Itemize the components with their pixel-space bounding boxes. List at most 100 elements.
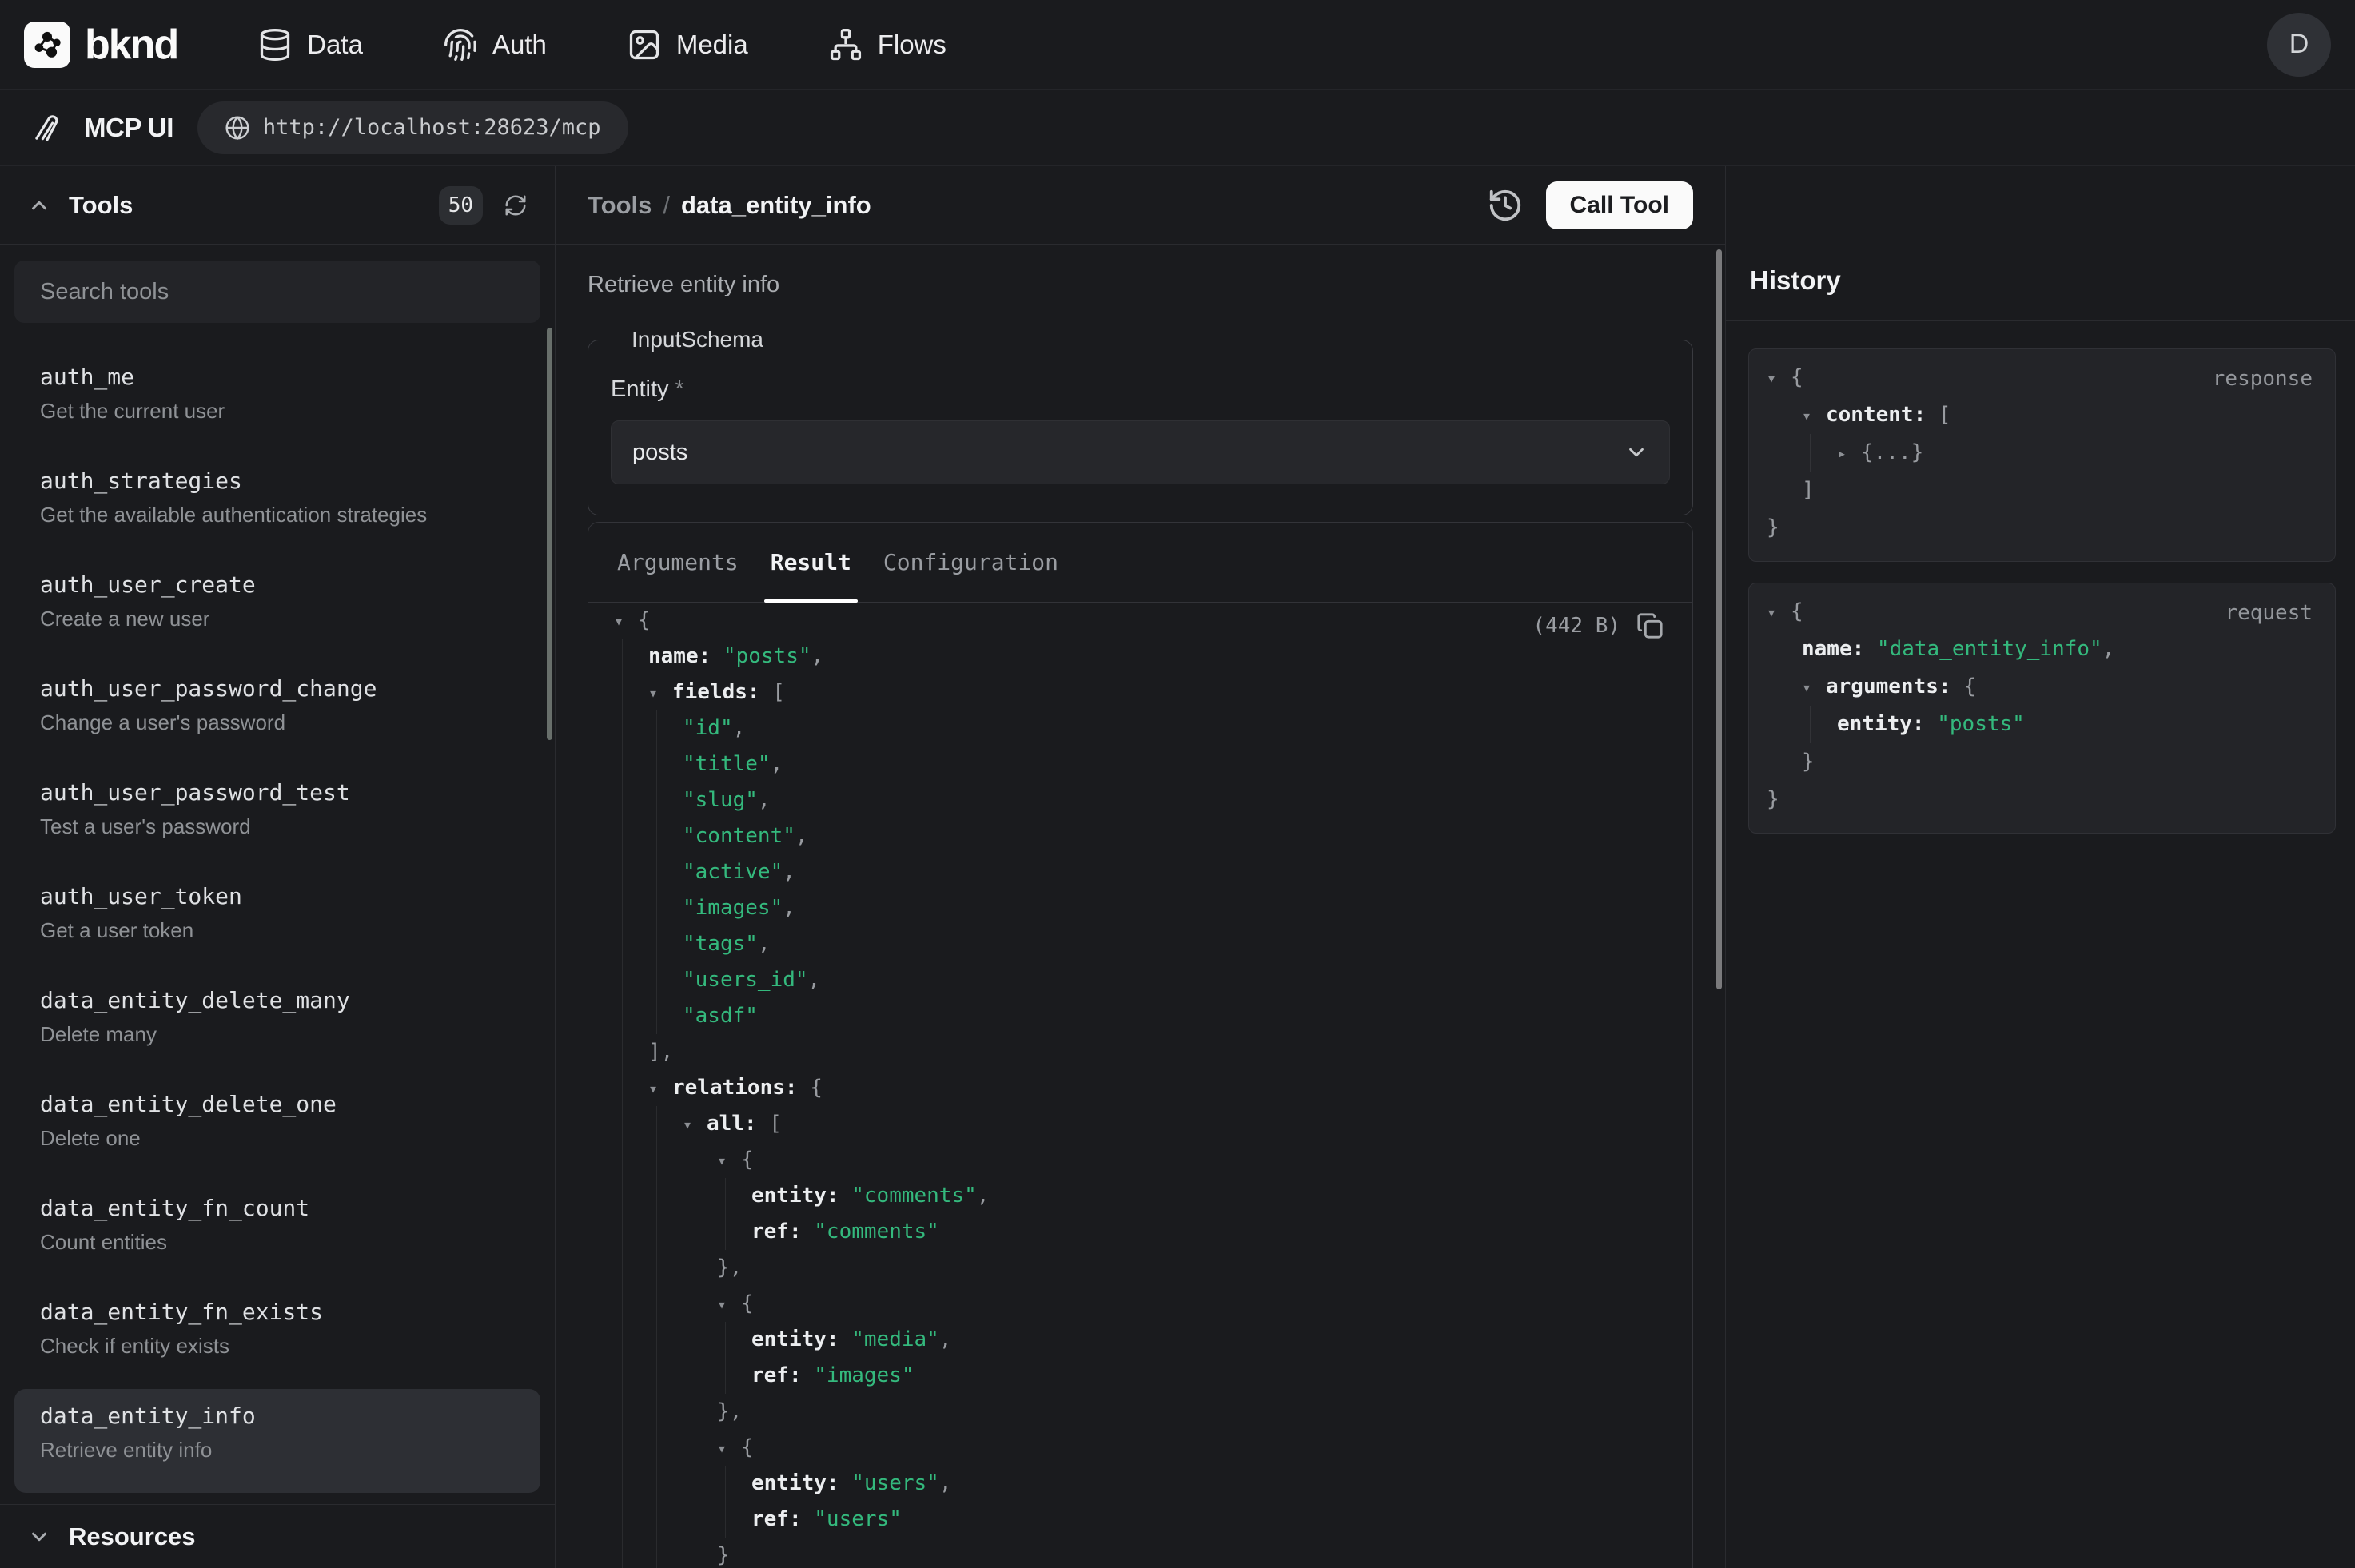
json-punct: { xyxy=(741,1291,754,1315)
chevron-up-icon[interactable] xyxy=(27,193,51,217)
json-punct: , xyxy=(795,824,808,848)
collapse-arrow-icon[interactable]: ▾ xyxy=(648,675,672,711)
json-line: entity: "users", xyxy=(588,1466,1692,1502)
json-punct: , xyxy=(939,1327,952,1351)
tool-list-item[interactable]: auth_user_createCreate a new user xyxy=(14,558,540,662)
json-punct: , xyxy=(758,932,771,956)
nav-item-media[interactable]: Media xyxy=(627,27,748,62)
entity-field-label: Entity* xyxy=(611,376,1670,403)
tool-list-item[interactable]: data_entity_delete_manyDelete many xyxy=(14,973,540,1077)
tools-section-title: Tools xyxy=(69,191,133,220)
tab-arguments[interactable]: Arguments xyxy=(617,523,739,602)
call-tool-button[interactable]: Call Tool xyxy=(1546,181,1693,229)
json-line: "asdf" xyxy=(588,998,1692,1034)
mcp-title: MCP UI xyxy=(84,113,173,143)
tools-count-badge: 50 xyxy=(439,186,483,225)
collapse-arrow-icon[interactable]: ▾ xyxy=(1767,360,1791,397)
chevron-down-icon xyxy=(1624,440,1648,464)
brand[interactable]: bknd xyxy=(24,21,177,69)
json-line: ▾{ xyxy=(588,1430,1692,1466)
collapse-arrow-icon[interactable]: ▾ xyxy=(717,1431,741,1467)
collapse-arrow-icon[interactable]: ▾ xyxy=(717,1143,741,1179)
json-punct: [ xyxy=(1939,403,1951,427)
json-meta: (442 B) xyxy=(1532,612,1664,639)
json-line: entity: "media", xyxy=(588,1322,1692,1358)
json-key: relations: xyxy=(672,1076,810,1100)
json-key: ref: xyxy=(751,1220,814,1244)
history-panel: History response▾{▾content: [▸{...}]}req… xyxy=(1726,166,2355,1568)
tools-section-header: Tools 50 xyxy=(0,166,555,245)
tool-list-item[interactable]: data_entity_fn_existsCheck if entity exi… xyxy=(14,1285,540,1389)
refresh-icon[interactable] xyxy=(504,193,528,217)
avatar[interactable]: D xyxy=(2267,13,2331,77)
json-line: "slug", xyxy=(588,782,1692,818)
collapse-arrow-icon[interactable]: ▾ xyxy=(1802,669,1826,706)
collapse-arrow-icon[interactable]: ▾ xyxy=(683,1107,707,1143)
json-key: fields: xyxy=(672,680,772,704)
mcp-url: http://localhost:28623/mcp xyxy=(263,115,601,140)
tool-list-item[interactable]: auth_user_tokenGet a user token xyxy=(14,870,540,973)
tool-desc: Delete one xyxy=(40,1126,515,1151)
history-card-response[interactable]: response▾{▾content: [▸{...}]} xyxy=(1748,348,2336,562)
nav-item-flows[interactable]: Flows xyxy=(828,27,946,62)
json-line: name: "data_entity_info", xyxy=(1767,631,2314,668)
nav-item-data[interactable]: Data xyxy=(257,27,363,62)
breadcrumb-tools[interactable]: Tools xyxy=(588,191,652,220)
json-key: ref: xyxy=(751,1507,814,1531)
expand-arrow-icon[interactable]: ▸ xyxy=(1837,435,1861,472)
collapse-arrow-icon[interactable]: ▾ xyxy=(1767,594,1791,631)
collapse-arrow-icon[interactable]: ▾ xyxy=(614,603,638,639)
tab-result[interactable]: Result xyxy=(771,523,851,602)
tool-name: data_entity_fn_exists xyxy=(40,1298,515,1327)
copy-icon[interactable] xyxy=(1636,612,1664,639)
search-input[interactable] xyxy=(40,279,515,305)
json-line: ref: "images" xyxy=(588,1358,1692,1394)
json-line: "images", xyxy=(588,890,1692,926)
network-icon xyxy=(828,27,863,62)
mcp-url-pill[interactable]: http://localhost:28623/mcp xyxy=(197,101,628,154)
json-punct: ] xyxy=(1802,478,1815,502)
nav-item-auth[interactable]: Auth xyxy=(443,27,547,62)
json-line: }, xyxy=(588,1250,1692,1286)
required-mark: * xyxy=(675,376,684,402)
collapse-arrow-icon[interactable]: ▾ xyxy=(648,1071,672,1107)
image-icon xyxy=(627,27,662,62)
tab-configuration[interactable]: Configuration xyxy=(883,523,1058,602)
tool-list-item[interactable]: auth_user_password_testTest a user's pas… xyxy=(14,766,540,870)
globe-icon xyxy=(225,115,250,141)
tool-desc: Change a user's password xyxy=(40,710,515,735)
history-icon[interactable] xyxy=(1487,187,1524,224)
layout: Tools 50 auth_meGet the current userauth… xyxy=(0,166,2355,1568)
tool-name: data_entity_info xyxy=(40,1402,515,1431)
resources-section-header[interactable]: Resources xyxy=(0,1504,555,1568)
json-punct: {...} xyxy=(1861,440,1923,464)
json-punct: { xyxy=(1963,675,1976,698)
json-line: } xyxy=(1767,743,2314,781)
json-punct: } xyxy=(1767,515,1779,539)
result-json-viewer: ▾{name: "posts",▾fields: ["id","title","… xyxy=(588,603,1692,1568)
json-punct: , xyxy=(783,896,795,920)
history-card-request[interactable]: request▾{name: "data_entity_info",▾argum… xyxy=(1748,583,2336,834)
tool-list-item[interactable]: data_entity_delete_one Delete one xyxy=(14,1077,540,1181)
json-punct: }, xyxy=(717,1399,742,1423)
json-line: ref: "users" xyxy=(588,1502,1692,1538)
collapse-arrow-icon[interactable]: ▾ xyxy=(717,1287,741,1323)
json-key: all: xyxy=(707,1112,769,1136)
json-string: "images" xyxy=(814,1363,914,1387)
main-scrollbar[interactable] xyxy=(1716,249,1722,989)
tool-list-item[interactable]: auth_meGet the current user xyxy=(14,350,540,454)
json-punct: { xyxy=(1791,599,1803,623)
sidebar-scrollbar[interactable] xyxy=(547,328,552,740)
fingerprint-icon xyxy=(443,27,478,62)
collapse-arrow-icon[interactable]: ▾ xyxy=(1802,397,1826,435)
json-string: "id" xyxy=(683,716,733,740)
tool-list-item[interactable]: auth_user_password_changeChange a user's… xyxy=(14,662,540,766)
json-key: entity: xyxy=(751,1184,851,1208)
tool-list-item[interactable]: auth_strategiesGet the available authent… xyxy=(14,454,540,558)
tool-list-item[interactable]: data_entity_infoRetrieve entity info xyxy=(14,1389,540,1493)
json-line: entity: "comments", xyxy=(588,1178,1692,1214)
tool-name: data_entity_delete_one xyxy=(40,1090,515,1119)
entity-select[interactable]: posts xyxy=(611,420,1670,484)
topbar: bknd Data Auth Media Flows D xyxy=(0,0,2355,90)
tool-list-item[interactable]: data_entity_fn_countCount entities xyxy=(14,1181,540,1285)
